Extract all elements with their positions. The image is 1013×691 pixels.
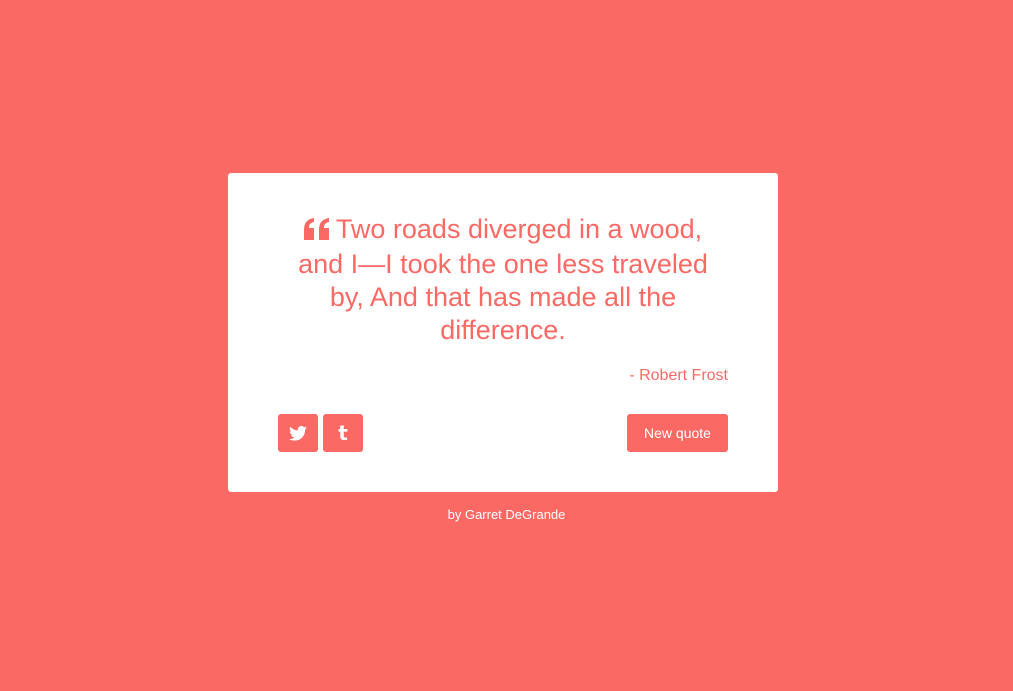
quote-left-icon	[303, 215, 330, 248]
quote-text-block: Two roads diverged in a wood, and I—I to…	[278, 213, 728, 347]
new-quote-button[interactable]: New quote	[627, 414, 728, 452]
tumblr-icon: t	[338, 421, 348, 445]
quote-box: Two roads diverged in a wood, and I—I to…	[228, 173, 778, 492]
quote-text: Two roads diverged in a wood, and I—I to…	[298, 214, 708, 345]
tweet-button[interactable]	[278, 414, 318, 452]
button-row: t New quote	[278, 414, 728, 452]
twitter-icon	[289, 425, 307, 441]
footer-credit: by Garret DeGrande	[447, 507, 566, 522]
quote-author: - Robert Frost	[629, 367, 728, 384]
tumblr-button[interactable]: t	[323, 414, 363, 452]
